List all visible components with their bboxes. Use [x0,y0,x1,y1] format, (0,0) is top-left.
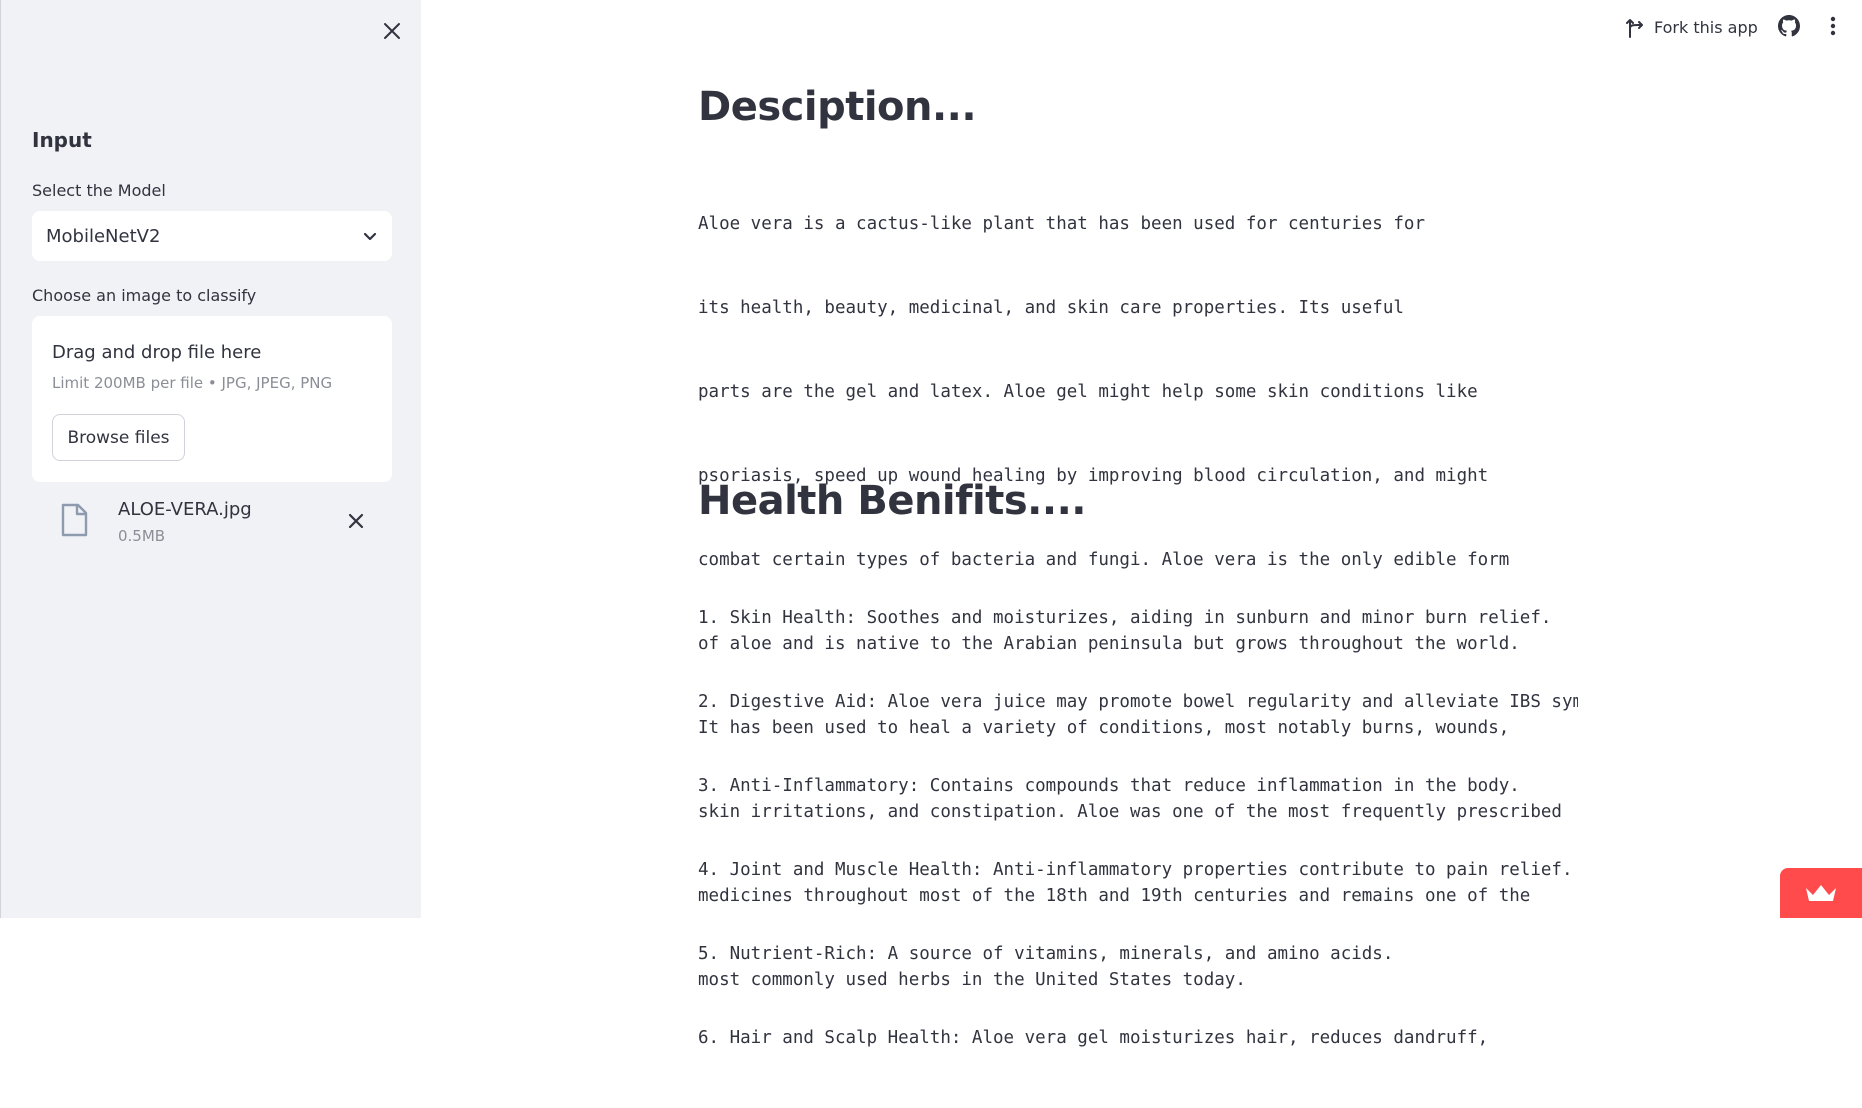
browse-files-button[interactable]: Browse files [52,414,185,461]
fork-icon [1626,19,1643,38]
streamlit-crown-icon [1806,885,1836,901]
sidebar: Input Select the Model MobileNetV2 Choos… [0,0,421,918]
description-line: its health, beauty, medicinal, and skin … [698,298,1404,318]
file-dropzone[interactable]: Drag and drop file here Limit 200MB per … [32,316,392,482]
benefit-item: 5. Nutrient-Rich: A source of vitamins, … [698,944,1394,964]
benefit-item: 3. Anti-Inflammatory: Contains compounds… [698,776,1520,796]
benefits-title: Health Benifits.... [698,478,1086,524]
description-line: parts are the gel and latex. Aloe gel mi… [698,382,1478,402]
chevron-down-icon [363,232,377,241]
description-line: Aloe vera is a cactus-like plant that ha… [698,214,1425,234]
model-select[interactable]: MobileNetV2 [32,211,392,261]
main-menu-button[interactable] [1820,13,1846,39]
more-vertical-icon [1830,16,1836,36]
fork-app-button[interactable]: Fork this app [1626,13,1758,41]
close-sidebar-button[interactable] [377,16,407,46]
sidebar-heading: Input [32,128,92,152]
model-select-value: MobileNetV2 [46,225,161,247]
benefits-list: 1. Skin Health: Soothes and moisturizes,… [698,548,1578,1108]
uploaded-file-item: ALOE-VERA.jpg 0.5MB [32,495,392,555]
file-uploader-label: Choose an image to classify [32,286,257,305]
file-size: 0.5MB [118,527,166,545]
file-icon [61,503,88,537]
benefit-item: 2. Digestive Aid: Aloe vera juice may pr… [698,692,1578,712]
dropzone-title: Drag and drop file here [52,342,262,363]
remove-file-button[interactable] [342,507,370,535]
github-button[interactable] [1776,13,1802,39]
streamlit-badge[interactable] [1780,868,1862,918]
close-icon [384,23,400,39]
close-icon [348,513,364,529]
benefit-item: 1. Skin Health: Soothes and moisturizes,… [698,608,1552,628]
benefit-item: 4. Joint and Muscle Health: Anti-inflamm… [698,860,1573,880]
benefit-item: 6. Hair and Scalp Health: Aloe vera gel … [698,1028,1489,1048]
github-icon [1778,15,1800,37]
description-title: Desciption... [698,84,977,130]
model-select-label: Select the Model [32,181,166,200]
dropzone-hint: Limit 200MB per file • JPG, JPEG, PNG [52,374,333,392]
file-name: ALOE-VERA.jpg [118,499,252,520]
fork-app-label: Fork this app [1654,17,1758,37]
